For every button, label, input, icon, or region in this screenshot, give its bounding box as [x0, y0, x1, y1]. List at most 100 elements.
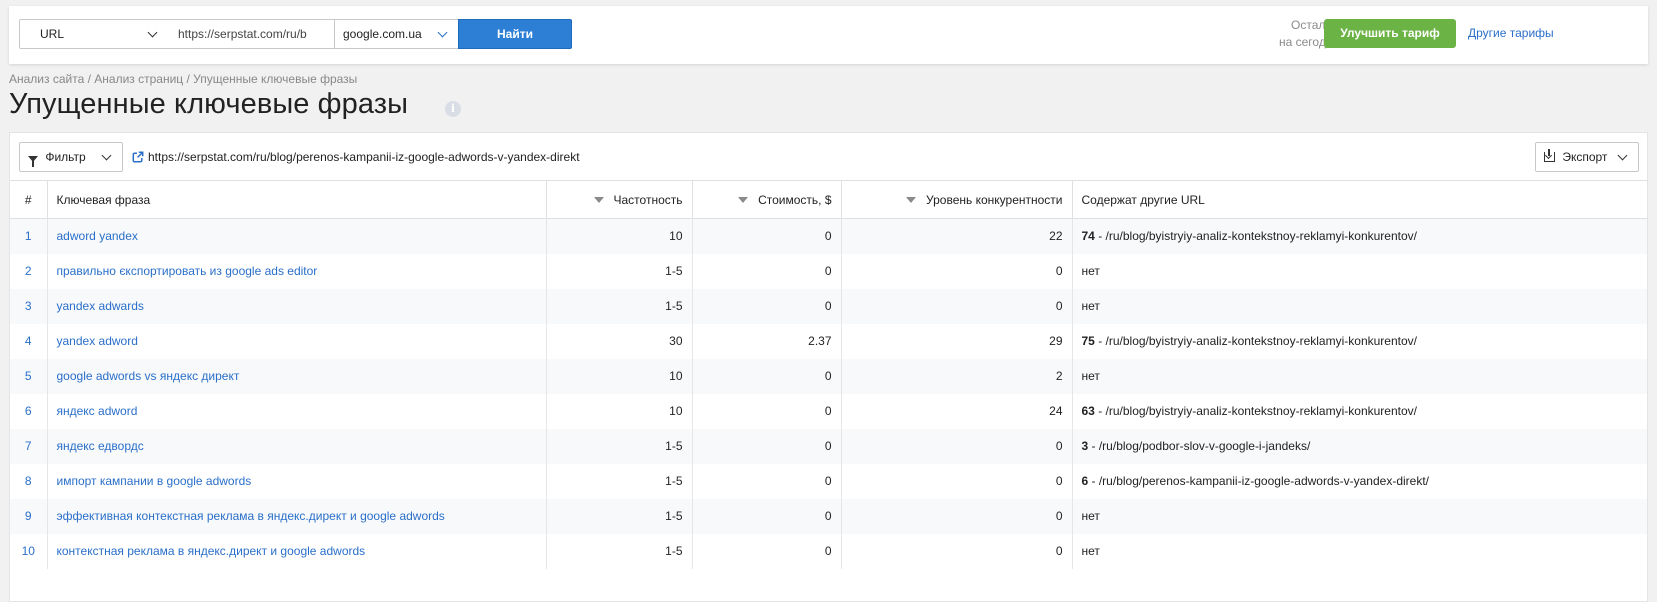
- filter-button[interactable]: Фильтр: [19, 142, 123, 172]
- cost-cell: 2.37: [692, 323, 842, 359]
- other-urls-path: - /ru/blog/byistryiy-analiz-kontekstnoy-…: [1094, 334, 1417, 348]
- table-row: 1 adword yandex 10 0 22 74 - /ru/blog/byistry…: [10, 218, 1647, 254]
- row-number: 3: [10, 288, 48, 324]
- chevron-down-icon: [147, 27, 158, 38]
- col-header-keyword[interactable]: Ключевая фраза: [47, 180, 547, 219]
- table-header-row: # Ключевая фраза Частотность Стоимость, …: [10, 180, 1647, 219]
- cost-cell: 0: [692, 288, 842, 324]
- find-button[interactable]: Найти: [458, 19, 572, 49]
- cost-cell: 0: [692, 428, 842, 464]
- competition-cell: 0: [841, 288, 1073, 324]
- competition-cell: 24: [841, 393, 1073, 429]
- col-header-competition-label: Уровень конкурентности: [926, 192, 1063, 207]
- competition-cell: 0: [841, 428, 1073, 464]
- keyword-link[interactable]: эффективная контекстная реклама в яндекс…: [47, 498, 547, 534]
- other-urls-cell: нет: [1081, 264, 1100, 278]
- cost-cell: 0: [692, 358, 842, 394]
- keyword-link[interactable]: yandex adwards: [47, 288, 547, 324]
- competition-cell: 29: [841, 323, 1073, 359]
- col-header-cost-label: Стоимость, $: [758, 192, 832, 207]
- frequency-cell: 10: [546, 358, 693, 394]
- keyword-link[interactable]: яндекс adword: [47, 393, 547, 429]
- search-engine-select[interactable]: google.com.ua: [335, 19, 459, 49]
- cost-cell: 0: [692, 498, 842, 534]
- row-number: 9: [10, 498, 48, 534]
- competition-cell: 0: [841, 463, 1073, 499]
- breadcrumb[interactable]: Анализ сайта / Анализ страниц / Упущенны…: [9, 72, 357, 86]
- other-urls-cell: 75 - /ru/blog/byistryiy-analiz-kontekstn…: [1072, 324, 1647, 359]
- col-header-frequency[interactable]: Частотность: [546, 180, 693, 219]
- table-row: 2 правильно єкспортировать из google ads …: [10, 253, 1647, 289]
- other-urls-path: - /ru/blog/podbor-slov-v-google-i-jandek…: [1088, 439, 1311, 453]
- other-urls-cell: нет: [1072, 358, 1647, 394]
- cost-cell: 0: [692, 253, 842, 289]
- table-row: 10 контекстная реклама в яндекс.директ и …: [10, 533, 1647, 569]
- row-number: 10: [10, 533, 48, 569]
- cost-cell: 0: [692, 533, 842, 569]
- sort-down-icon[interactable]: [593, 196, 604, 203]
- table-row: 4 yandex adword 30 2.37 29 75 - /ru/blog/byis…: [10, 323, 1647, 359]
- other-urls-cell: 3 - /ru/blog/podbor-slov-v-google-i-jand…: [1072, 428, 1647, 464]
- chevron-down-icon: [1617, 150, 1628, 161]
- url-input[interactable]: [168, 19, 335, 49]
- cost-cell: 0: [692, 218, 842, 254]
- upgrade-tariff-button[interactable]: Улучшить тариф: [1324, 19, 1456, 48]
- sort-down-icon[interactable]: [738, 196, 749, 203]
- keyword-link[interactable]: yandex adword: [47, 323, 547, 359]
- cost-cell: 0: [692, 463, 842, 499]
- other-urls-cell: нет: [1072, 498, 1647, 534]
- external-link-icon[interactable]: [132, 151, 144, 163]
- cost-cell: 0: [692, 393, 842, 429]
- other-urls-path: - /ru/blog/perenos-kampanii-iz-google-ad…: [1088, 474, 1430, 488]
- row-number: 4: [10, 323, 48, 359]
- frequency-cell: 1-5: [546, 253, 693, 289]
- table-row: 6 яндекс adword 10 0 24 63 - /ru/blog/byistry…: [10, 393, 1647, 429]
- row-number: 8: [10, 463, 48, 499]
- sort-down-icon[interactable]: [906, 196, 917, 203]
- other-urls-count: 74: [1081, 229, 1095, 244]
- other-urls-cell: нет: [1081, 544, 1100, 558]
- keyword-link[interactable]: контекстная реклама в яндекс.директ и go…: [47, 533, 547, 569]
- row-number: 2: [10, 253, 48, 289]
- search-type-select[interactable]: URL: [19, 19, 169, 49]
- export-button[interactable]: Экспорт: [1535, 142, 1639, 172]
- other-urls-cell: 63 - /ru/blog/byistryiy-analiz-kontekstn…: [1072, 394, 1647, 429]
- col-header-frequency-label: Частотность: [613, 192, 683, 207]
- row-number: 7: [10, 428, 48, 464]
- frequency-cell: 10: [546, 218, 693, 254]
- col-header-num: #: [10, 180, 48, 219]
- frequency-cell: 10: [546, 393, 693, 429]
- col-header-cost[interactable]: Стоимость, $: [692, 180, 842, 219]
- filter-icon: [28, 156, 38, 167]
- col-header-competition[interactable]: Уровень конкурентности: [841, 180, 1073, 219]
- keyword-link[interactable]: правильно єкспортировать из google ads e…: [47, 253, 547, 289]
- keyword-link[interactable]: яндекс едвордс: [47, 428, 547, 464]
- keyword-link[interactable]: импорт кампании в google adwords: [47, 463, 547, 499]
- analyzed-page-url[interactable]: https://serpstat.com/ru/blog/perenos-kam…: [148, 150, 580, 164]
- competition-cell: 0: [841, 253, 1073, 289]
- frequency-cell: 1-5: [546, 463, 693, 499]
- table-row: 7 яндекс едвордс 1-5 0 0 3 - /ru/blog/podbor-…: [10, 428, 1647, 464]
- keyword-link[interactable]: google adwords vs яндекс директ: [47, 358, 547, 394]
- frequency-cell: 1-5: [546, 498, 693, 534]
- table-row: 3 yandex adwards 1-5 0 0 нет: [10, 288, 1647, 324]
- other-urls-cell: 74 - /ru/blog/byistryiy-analiz-kontekstn…: [1072, 218, 1647, 254]
- missing-keywords-table: # Ключевая фраза Частотность Стоимость, …: [10, 180, 1647, 569]
- row-number: 5: [10, 358, 48, 394]
- filter-label: Фильтр: [45, 150, 86, 164]
- table-row: 5 google adwords vs яндекс директ 10 0 2 нет: [10, 358, 1647, 394]
- table-row: 8 импорт кампании в google adwords 1-5 0 0 6 …: [10, 463, 1647, 499]
- info-icon[interactable]: i: [445, 101, 461, 117]
- chevron-down-icon: [437, 27, 448, 38]
- row-number: 1: [10, 218, 48, 254]
- keyword-link[interactable]: adword yandex: [47, 218, 547, 254]
- competition-cell: 0: [841, 498, 1073, 534]
- frequency-cell: 30: [546, 323, 693, 359]
- col-header-other-urls: Содержат другие URL: [1072, 180, 1647, 219]
- other-urls-count: 75: [1081, 334, 1095, 348]
- frequency-cell: 1-5: [546, 533, 693, 569]
- other-tariffs-link[interactable]: Другие тарифы: [1468, 26, 1554, 40]
- other-urls-path: - /ru/blog/byistryiy-analiz-kontekstnoy-…: [1094, 404, 1417, 418]
- competition-cell: 0: [841, 533, 1073, 569]
- competition-cell: 2: [841, 358, 1073, 394]
